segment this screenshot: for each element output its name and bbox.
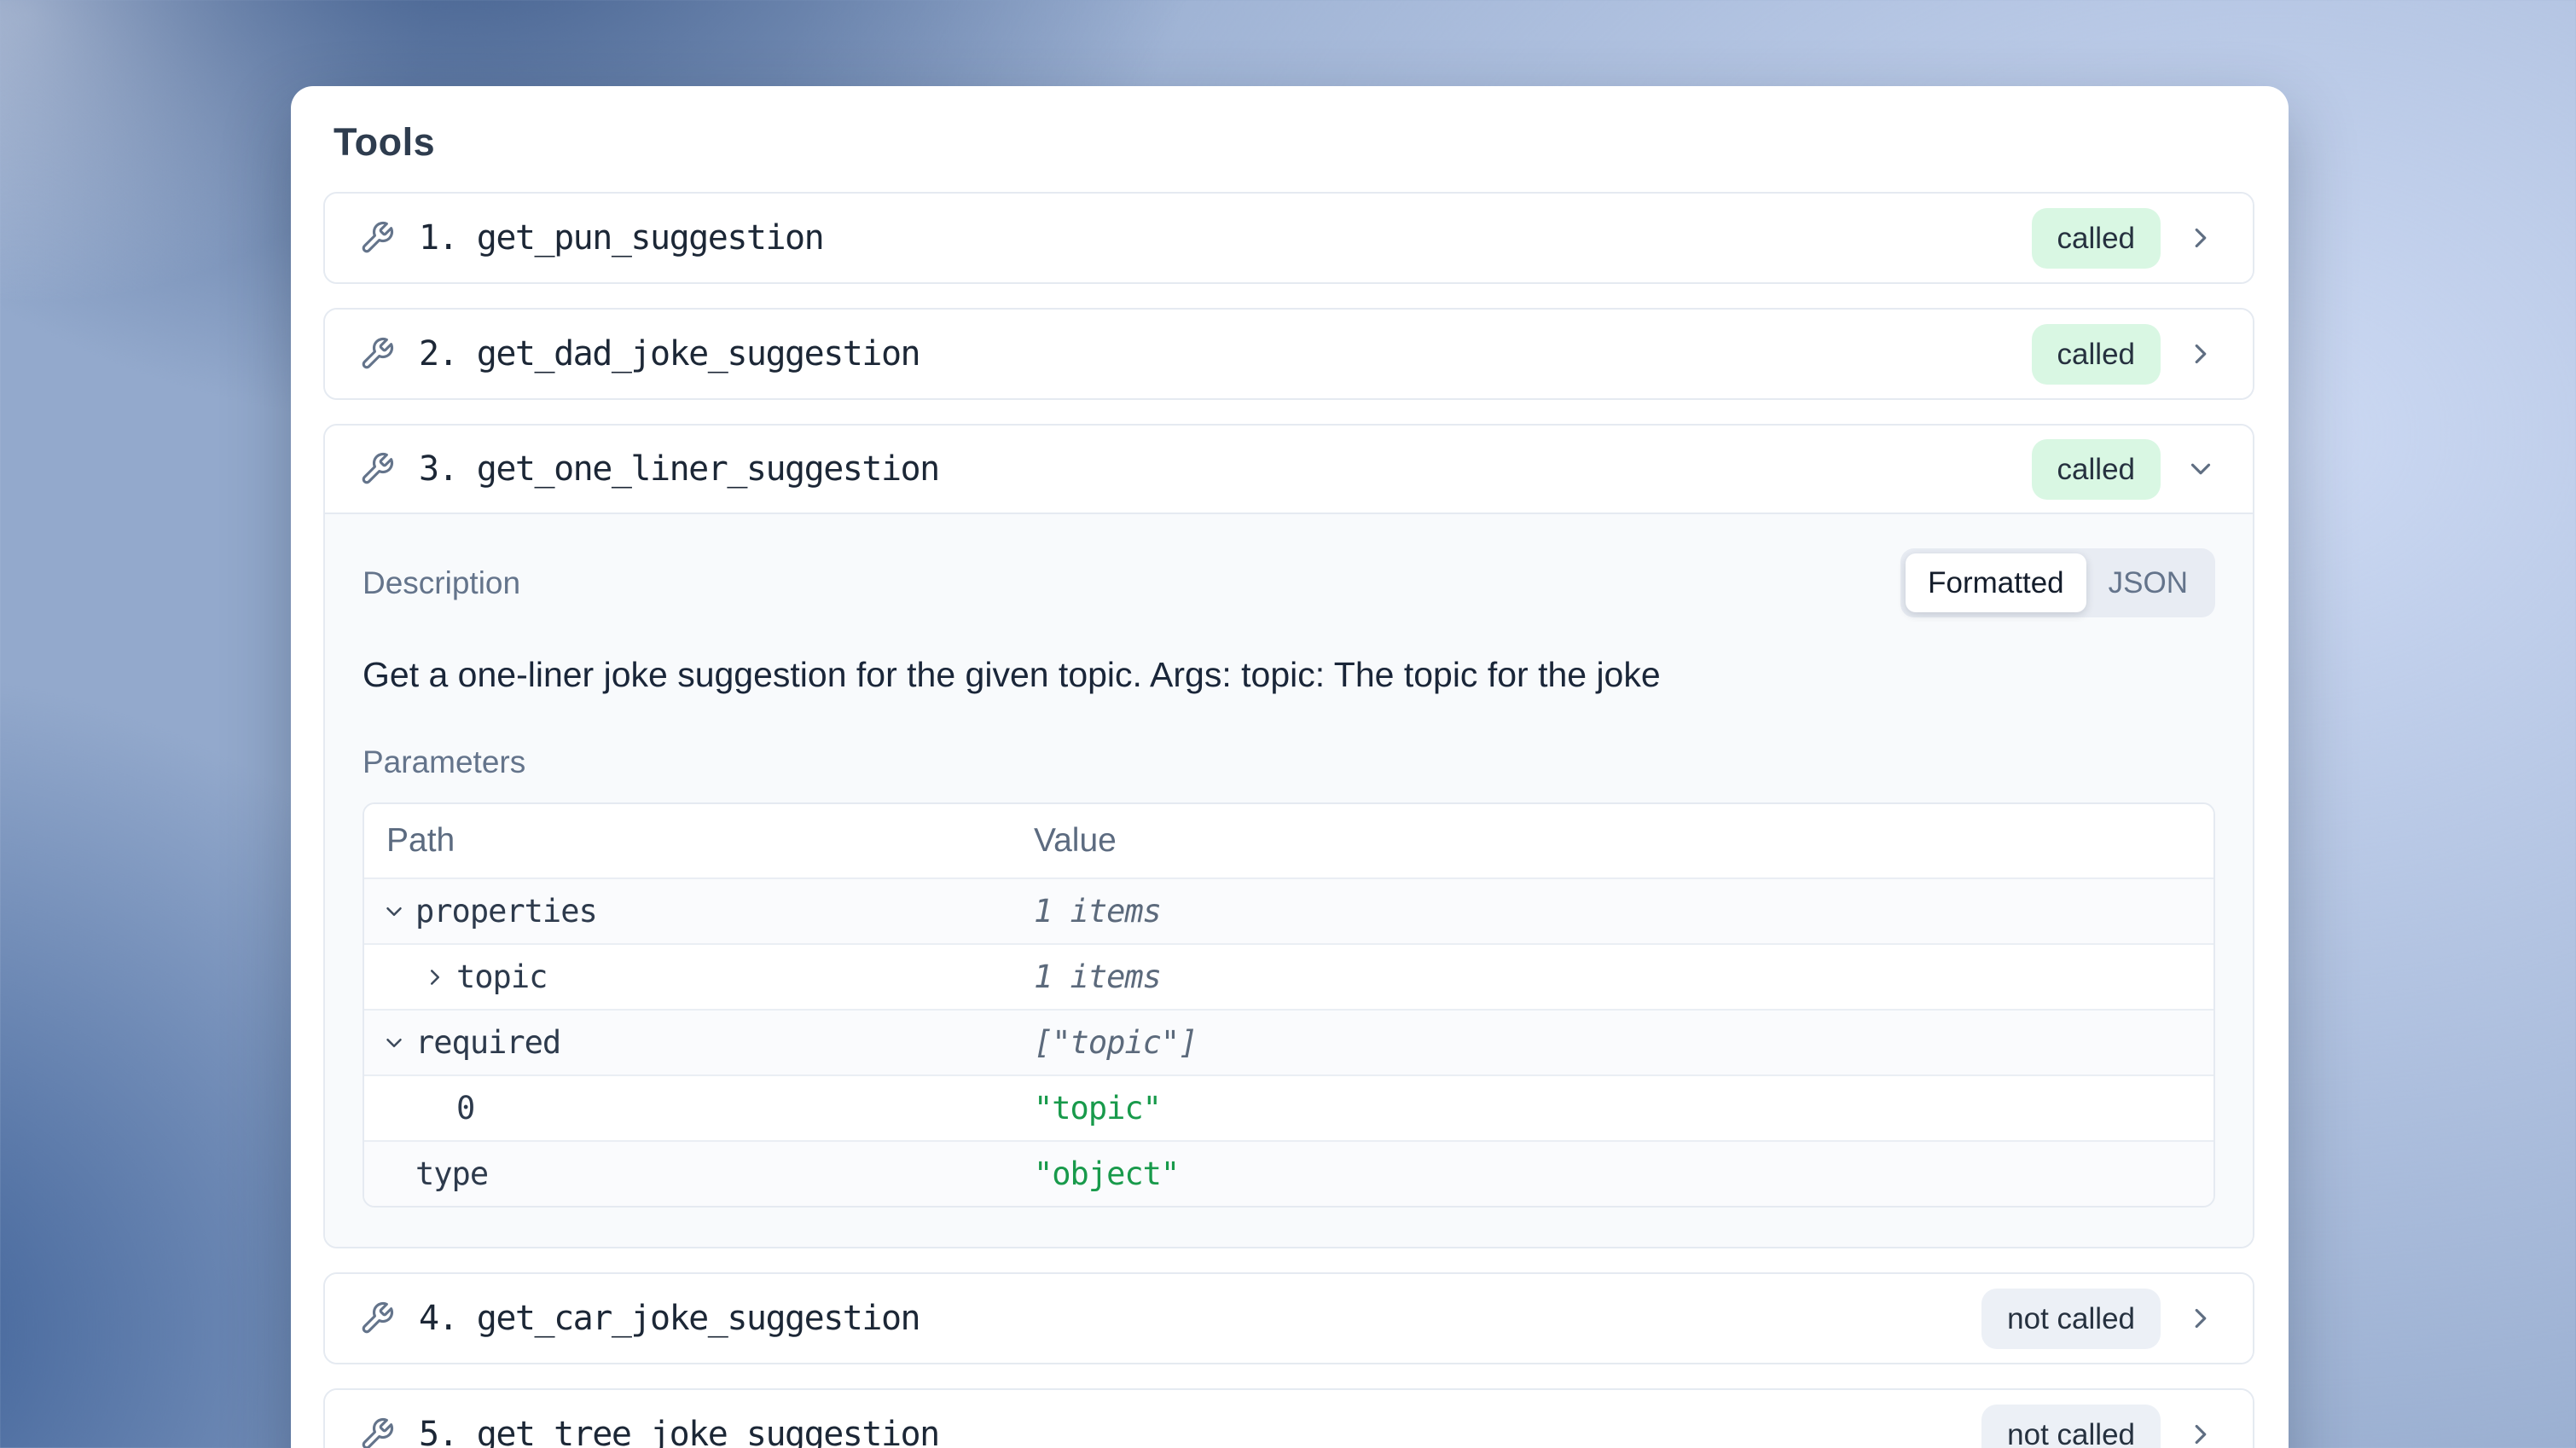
- tool-description-text: Get a one-liner joke suggestion for the …: [363, 652, 2215, 698]
- tool-name: 5. get_tree_joke_suggestion: [419, 1415, 939, 1448]
- tool-row[interactable]: 4. get_car_joke_suggestion not called: [325, 1274, 2253, 1363]
- tool-card-expanded: 3. get_one_liner_suggestion called Descr…: [323, 424, 2254, 1248]
- param-key: properties: [415, 893, 597, 930]
- param-key: topic: [456, 959, 547, 995]
- tool-name: 1. get_pun_suggestion: [419, 218, 823, 258]
- parameters-table: Path Value properties 1 items topic 1 it: [363, 802, 2215, 1208]
- chevron-down-icon[interactable]: [2184, 453, 2217, 485]
- tool-row[interactable]: 5. get_tree_joke_suggestion not called: [325, 1390, 2253, 1448]
- tools-panel: Tools 1. get_pun_suggestion called 2. ge…: [291, 86, 2289, 1448]
- status-badge: called: [2032, 439, 2161, 500]
- table-row: required ["topic"]: [364, 1009, 2213, 1074]
- param-value: 1 items: [1034, 959, 2213, 995]
- tool-name: 4. get_car_joke_suggestion: [419, 1299, 920, 1338]
- tool-row[interactable]: 3. get_one_liner_suggestion called: [325, 426, 2253, 514]
- chevron-right-icon[interactable]: [2184, 222, 2217, 254]
- table-header-row: Path Value: [364, 804, 2213, 877]
- status-badge: not called: [1981, 1289, 2161, 1349]
- collapse-chevron-down-icon[interactable]: [381, 899, 407, 924]
- status-badge: not called: [1981, 1405, 2161, 1448]
- param-key: required: [415, 1024, 560, 1061]
- tool-detail-section: Description Formatted JSON Get a one-lin…: [325, 514, 2253, 1247]
- page-title: Tools: [334, 120, 2254, 165]
- tool-row[interactable]: 2. get_dad_joke_suggestion called: [325, 310, 2253, 398]
- chevron-right-icon[interactable]: [2184, 1302, 2217, 1335]
- path-column-header: Path: [364, 822, 1034, 860]
- tool-row[interactable]: 1. get_pun_suggestion called: [325, 194, 2253, 282]
- param-value: 1 items: [1034, 893, 2213, 930]
- desktop-background: { "title": "Tools", "tools": [ { "name":…: [0, 0, 2576, 1448]
- tool-card: 1. get_pun_suggestion called: [323, 192, 2254, 284]
- tool-name: 3. get_one_liner_suggestion: [419, 449, 939, 489]
- wrench-icon: [359, 451, 395, 487]
- param-value: ["topic"]: [1034, 1024, 2213, 1061]
- status-badge: called: [2032, 324, 2161, 385]
- value-column-header: Value: [1034, 822, 2213, 860]
- wrench-icon: [359, 1300, 395, 1336]
- collapse-chevron-down-icon[interactable]: [381, 1030, 407, 1056]
- param-value: "topic": [1034, 1090, 2213, 1127]
- status-badge: called: [2032, 208, 2161, 269]
- chevron-right-icon[interactable]: [2184, 338, 2217, 370]
- table-row: properties 1 items: [364, 877, 2213, 943]
- param-key: 0: [456, 1090, 474, 1127]
- table-row: topic 1 items: [364, 943, 2213, 1009]
- tool-card: 2. get_dad_joke_suggestion called: [323, 308, 2254, 400]
- wrench-icon: [359, 1416, 395, 1448]
- param-key: type: [415, 1156, 488, 1192]
- json-toggle-button[interactable]: JSON: [2086, 553, 2210, 612]
- view-toggle: Formatted JSON: [1900, 548, 2215, 617]
- wrench-icon: [359, 220, 395, 256]
- chevron-right-icon[interactable]: [2184, 1418, 2217, 1448]
- param-value: "object": [1034, 1156, 2213, 1192]
- table-row: type "object": [364, 1140, 2213, 1206]
- tool-card: 5. get_tree_joke_suggestion not called: [323, 1388, 2254, 1448]
- expand-chevron-right-icon[interactable]: [422, 964, 448, 990]
- description-label: Description: [363, 565, 520, 601]
- wrench-icon: [359, 336, 395, 372]
- formatted-toggle-button[interactable]: Formatted: [1906, 553, 2086, 612]
- table-row: 0 "topic": [364, 1074, 2213, 1140]
- tool-name: 2. get_dad_joke_suggestion: [419, 334, 920, 374]
- parameters-label: Parameters: [363, 744, 2215, 780]
- tool-card: 4. get_car_joke_suggestion not called: [323, 1272, 2254, 1364]
